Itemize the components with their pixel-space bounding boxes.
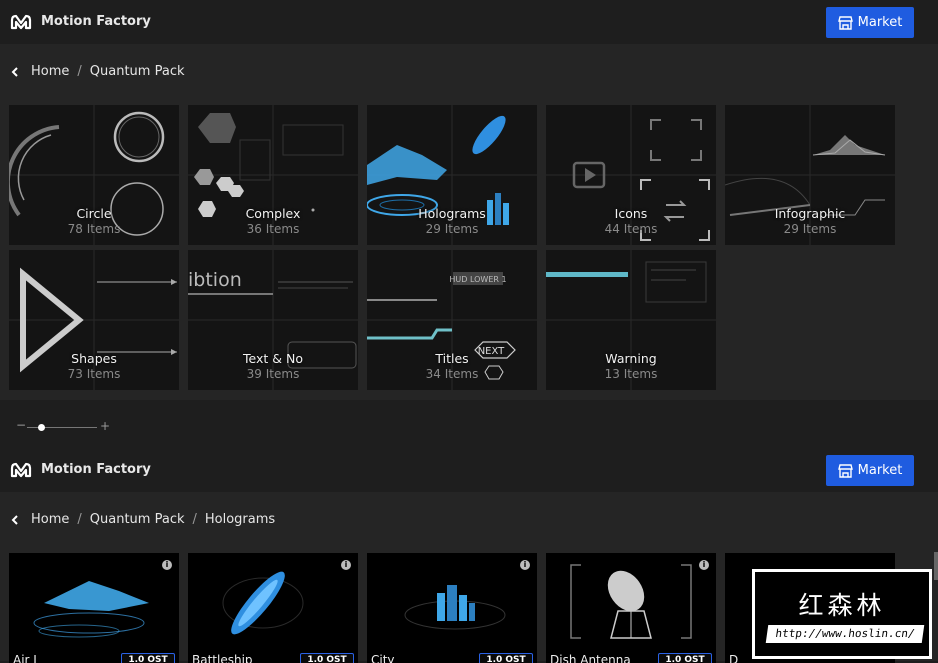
watermark-chinese-text: 红森林	[798, 591, 886, 620]
breadcrumb-separator: /	[77, 64, 82, 79]
category-grid: Circle 78 Items Complex 36 Items Hologra…	[0, 100, 938, 400]
price-badge[interactable]: 1.0 OST	[479, 653, 533, 663]
category-count: 13 Items	[604, 367, 658, 381]
category-name: Titles	[435, 351, 469, 366]
breadcrumb: Home / Quantum Pack / Holograms	[0, 492, 938, 548]
product-tile-city[interactable]: i City 1.0 OST	[367, 553, 537, 663]
category-count: 29 Items	[425, 222, 479, 236]
category-name: Text & No	[243, 351, 303, 366]
air-preview	[33, 581, 149, 638]
zoom-in-button[interactable]: +	[100, 419, 110, 433]
product-name: Battleship	[192, 653, 253, 663]
app-header: Motion Factory Market	[0, 448, 938, 492]
category-tile-infographic[interactable]: Infographic 29 Items	[725, 105, 895, 245]
app-header: Motion Factory Market	[0, 0, 938, 44]
category-tile-titles[interactable]: HUD LOWER 1 NEXT Titles 34 Items	[367, 250, 537, 390]
breadcrumb-separator: /	[192, 512, 197, 527]
info-icon[interactable]: i	[341, 560, 351, 570]
watermark-url: http://www.hoslin.cn/	[765, 625, 925, 643]
zoom-out-button[interactable]: −	[16, 418, 26, 432]
motion-factory-logo-icon	[10, 14, 32, 30]
category-count: 29 Items	[783, 222, 837, 236]
category-name: Circle	[76, 206, 112, 221]
product-name: Air I	[13, 653, 37, 663]
motion-factory-logo-icon	[10, 462, 32, 478]
category-count: 34 Items	[425, 367, 479, 381]
product-tile-battleship[interactable]: i Battleship 1.0 OST	[188, 553, 358, 663]
breadcrumb-separator: /	[77, 512, 82, 527]
product-name: City	[371, 653, 395, 663]
category-name: Infographic	[774, 206, 846, 221]
category-name: Holograms	[418, 206, 486, 221]
market-label: Market	[857, 463, 903, 478]
category-tile-holograms[interactable]: Holograms 29 Items	[367, 105, 537, 245]
city-preview	[404, 585, 506, 630]
zoom-handle[interactable]	[38, 424, 45, 431]
app-title: Motion Factory	[41, 14, 151, 29]
category-count: 39 Items	[246, 367, 300, 381]
category-name: Icons	[614, 206, 648, 221]
battleship-preview	[222, 571, 304, 635]
breadcrumb: Home / Quantum Pack	[0, 44, 938, 100]
market-label: Market	[857, 15, 903, 30]
chevron-left-icon[interactable]	[11, 66, 19, 78]
category-tile-shapes[interactable]: Shapes 73 Items	[9, 250, 179, 390]
category-count: 36 Items	[246, 222, 300, 236]
app-title: Motion Factory	[41, 462, 151, 477]
price-badge[interactable]: 1.0 OST	[300, 653, 354, 663]
category-name: Warning	[605, 351, 657, 366]
store-icon	[837, 15, 853, 30]
price-badge[interactable]: 1.0 OST	[658, 653, 712, 663]
scrollbar[interactable]	[934, 552, 938, 580]
tile-text-ibition: ibtion	[188, 269, 242, 291]
dish-antenna-preview	[570, 564, 692, 639]
store-icon	[837, 463, 853, 478]
breadcrumb-home[interactable]: Home	[31, 64, 69, 79]
market-button[interactable]: Market	[826, 455, 914, 486]
info-icon[interactable]: i	[162, 560, 172, 570]
category-name: Complex	[245, 206, 301, 221]
chevron-left-icon[interactable]	[11, 514, 19, 526]
breadcrumb-holograms: Holograms	[204, 512, 276, 527]
category-count: 44 Items	[604, 222, 658, 236]
category-tile-complex[interactable]: Complex 36 Items	[188, 105, 358, 245]
tile-text-hud: HUD LOWER 1	[449, 275, 506, 284]
watermark: 红森林 http://www.hoslin.cn/	[752, 569, 932, 659]
zoom-slider-bar: − +	[0, 400, 938, 454]
info-icon[interactable]: i	[520, 560, 530, 570]
breadcrumb-quantum-pack[interactable]: Quantum Pack	[90, 512, 185, 527]
info-icon[interactable]: i	[699, 560, 709, 570]
category-name: Shapes	[71, 351, 117, 366]
product-name: D	[729, 653, 739, 663]
category-tile-text[interactable]: ibtion Text & No 39 Items	[188, 250, 358, 390]
category-count: 73 Items	[67, 367, 121, 381]
price-badge[interactable]: 1.0 OST	[121, 653, 175, 663]
market-button[interactable]: Market	[826, 7, 914, 38]
category-count: 78 Items	[67, 222, 121, 236]
category-tile-circle[interactable]: Circle 78 Items	[9, 105, 179, 245]
product-name: Dish Antenna	[550, 653, 631, 663]
category-tile-icons[interactable]: Icons 44 Items	[546, 105, 716, 245]
category-tile-warning[interactable]: Warning 13 Items	[546, 250, 716, 390]
breadcrumb-quantum-pack: Quantum Pack	[89, 64, 185, 79]
product-tile-air[interactable]: i Air I 1.0 OST	[9, 553, 179, 663]
breadcrumb-home[interactable]: Home	[31, 512, 69, 527]
product-tile-dish-antenna[interactable]: i Dish Antenna 1.0 OST	[546, 553, 716, 663]
